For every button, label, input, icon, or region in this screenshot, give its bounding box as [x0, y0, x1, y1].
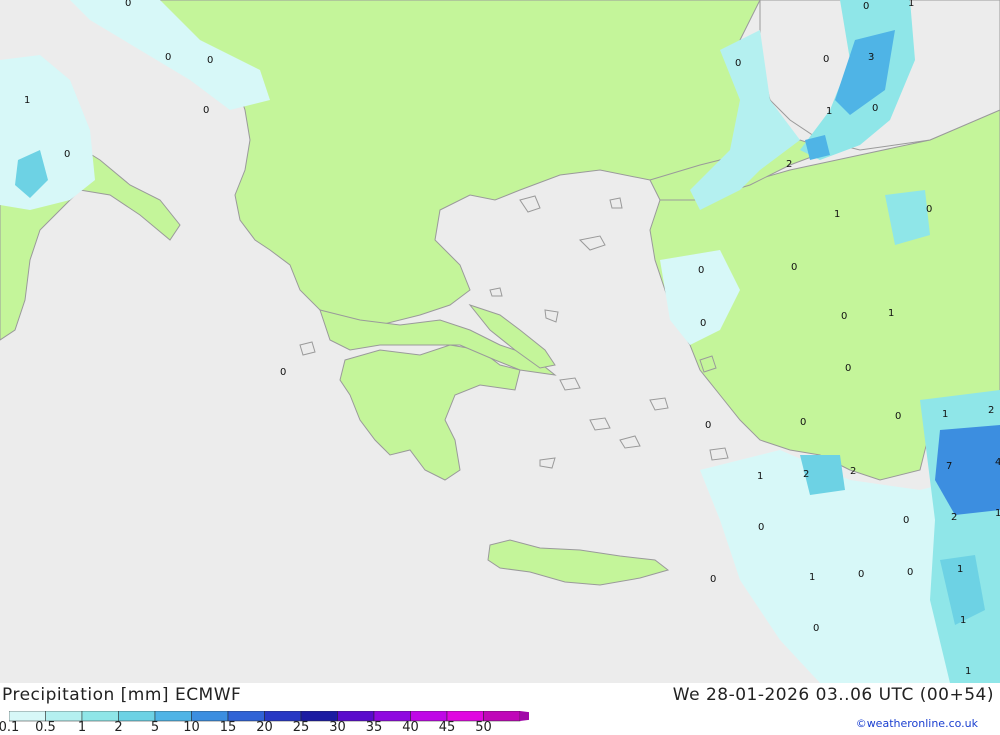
value-label: 0	[872, 103, 878, 114]
value-label: 0	[207, 55, 213, 66]
value-label: 0	[841, 311, 847, 322]
value-label: 0	[823, 54, 829, 65]
value-label: 0	[863, 1, 869, 12]
value-label: 0	[735, 58, 741, 69]
value-label: 0	[64, 149, 70, 160]
value-label: 0	[907, 567, 913, 578]
scale-swatch	[81, 710, 119, 722]
value-label: 2	[803, 469, 809, 480]
value-label: 1	[888, 308, 894, 319]
value-label: 0	[758, 522, 764, 533]
precipitation-map: 0 0 0 0 1 0 0 0 1 0 0 3 0 1 0 2 1 0 0 0 …	[0, 0, 1000, 683]
value-label: 1	[24, 95, 30, 106]
value-label: 0	[705, 420, 711, 431]
value-label: 2	[951, 512, 957, 523]
value-label: 0	[203, 105, 209, 116]
map-canvas: 0 0 0 0 1 0 0 0 1 0 0 3 0 1 0 2 1 0 0 0 …	[0, 0, 1000, 683]
value-label: 1	[757, 471, 763, 482]
value-label: 0	[800, 417, 806, 428]
value-label: 1	[995, 508, 1000, 519]
value-label: 0	[813, 623, 819, 634]
value-label: 0	[165, 52, 171, 63]
site-credit[interactable]: ©weatheronline.co.uk	[856, 717, 978, 730]
value-label: 0	[700, 318, 706, 329]
value-label: 4	[995, 457, 1000, 468]
scale-swatch	[118, 710, 156, 722]
value-label: 2	[988, 405, 994, 416]
value-label: 3	[868, 52, 874, 63]
value-label: 1	[809, 572, 815, 583]
value-label: 1	[908, 0, 914, 9]
value-label: 2	[850, 466, 856, 477]
map-title: Precipitation [mm] ECMWF	[2, 685, 242, 705]
value-label: 0	[280, 367, 286, 378]
value-label: 1	[942, 409, 948, 420]
value-label: 1	[826, 106, 832, 117]
value-label: 0	[710, 574, 716, 585]
color-scale-legend: 0.1 0.5 1 2 5 10 15 20 25 30 35 40 45 50	[0, 708, 558, 735]
value-label: 7	[946, 461, 952, 472]
value-label: 1	[957, 564, 963, 575]
value-label: 0	[791, 262, 797, 273]
scale-overflow-arrow	[520, 711, 558, 721]
value-label: 0	[845, 363, 851, 374]
value-label: 1	[960, 615, 966, 626]
footer-bar: Precipitation [mm] ECMWF We 28-01-2026 0…	[0, 683, 1000, 735]
value-label: 2	[786, 159, 792, 170]
forecast-datetime: We 28-01-2026 03..06 UTC (00+54)	[672, 685, 994, 705]
value-label: 1	[834, 209, 840, 220]
value-label: 1	[965, 666, 971, 677]
value-label: 0	[858, 569, 864, 580]
value-label: 0	[698, 265, 704, 276]
value-label: 0	[926, 204, 932, 215]
value-label: 0	[125, 0, 131, 9]
value-label: 0	[903, 515, 909, 526]
value-label: 0	[895, 411, 901, 422]
